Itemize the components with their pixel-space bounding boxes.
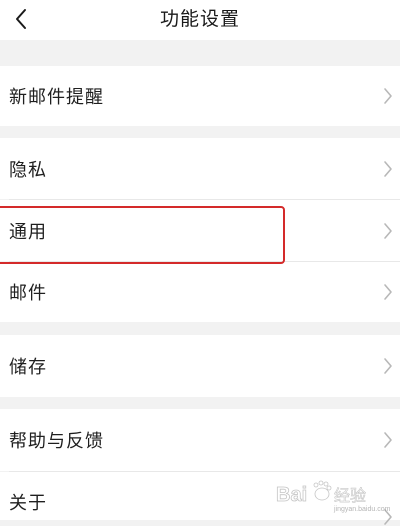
settings-row-about[interactable]: 关于 bbox=[0, 472, 400, 525]
chevron-right-icon bbox=[384, 284, 392, 300]
settings-row-new-mail-alert[interactable]: 新邮件提醒 bbox=[0, 66, 400, 126]
row-label: 新邮件提醒 bbox=[9, 87, 104, 108]
nav-bar: 功能设置 bbox=[0, 0, 400, 40]
row-label: 关于 bbox=[9, 493, 47, 514]
chevron-right-icon bbox=[384, 358, 392, 374]
row-label: 帮助与反馈 bbox=[9, 431, 104, 452]
chevron-right-icon bbox=[384, 432, 392, 448]
row-label: 储存 bbox=[9, 357, 47, 378]
settings-row-mail[interactable]: 邮件 bbox=[0, 262, 400, 322]
settings-row-privacy[interactable]: 隐私 bbox=[0, 138, 400, 199]
chevron-right-icon bbox=[384, 509, 392, 525]
row-label: 邮件 bbox=[9, 283, 47, 304]
settings-row-storage[interactable]: 储存 bbox=[0, 335, 400, 397]
chevron-right-icon bbox=[384, 160, 392, 177]
chevron-right-icon bbox=[384, 88, 392, 104]
chevron-right-icon bbox=[384, 222, 392, 239]
settings-row-general[interactable]: 通用 bbox=[0, 200, 400, 261]
row-label: 通用 bbox=[9, 221, 47, 243]
page-title: 功能设置 bbox=[159, 8, 240, 30]
settings-row-help-feedback[interactable]: 帮助与反馈 bbox=[0, 409, 400, 471]
row-label: 隐私 bbox=[9, 159, 47, 181]
